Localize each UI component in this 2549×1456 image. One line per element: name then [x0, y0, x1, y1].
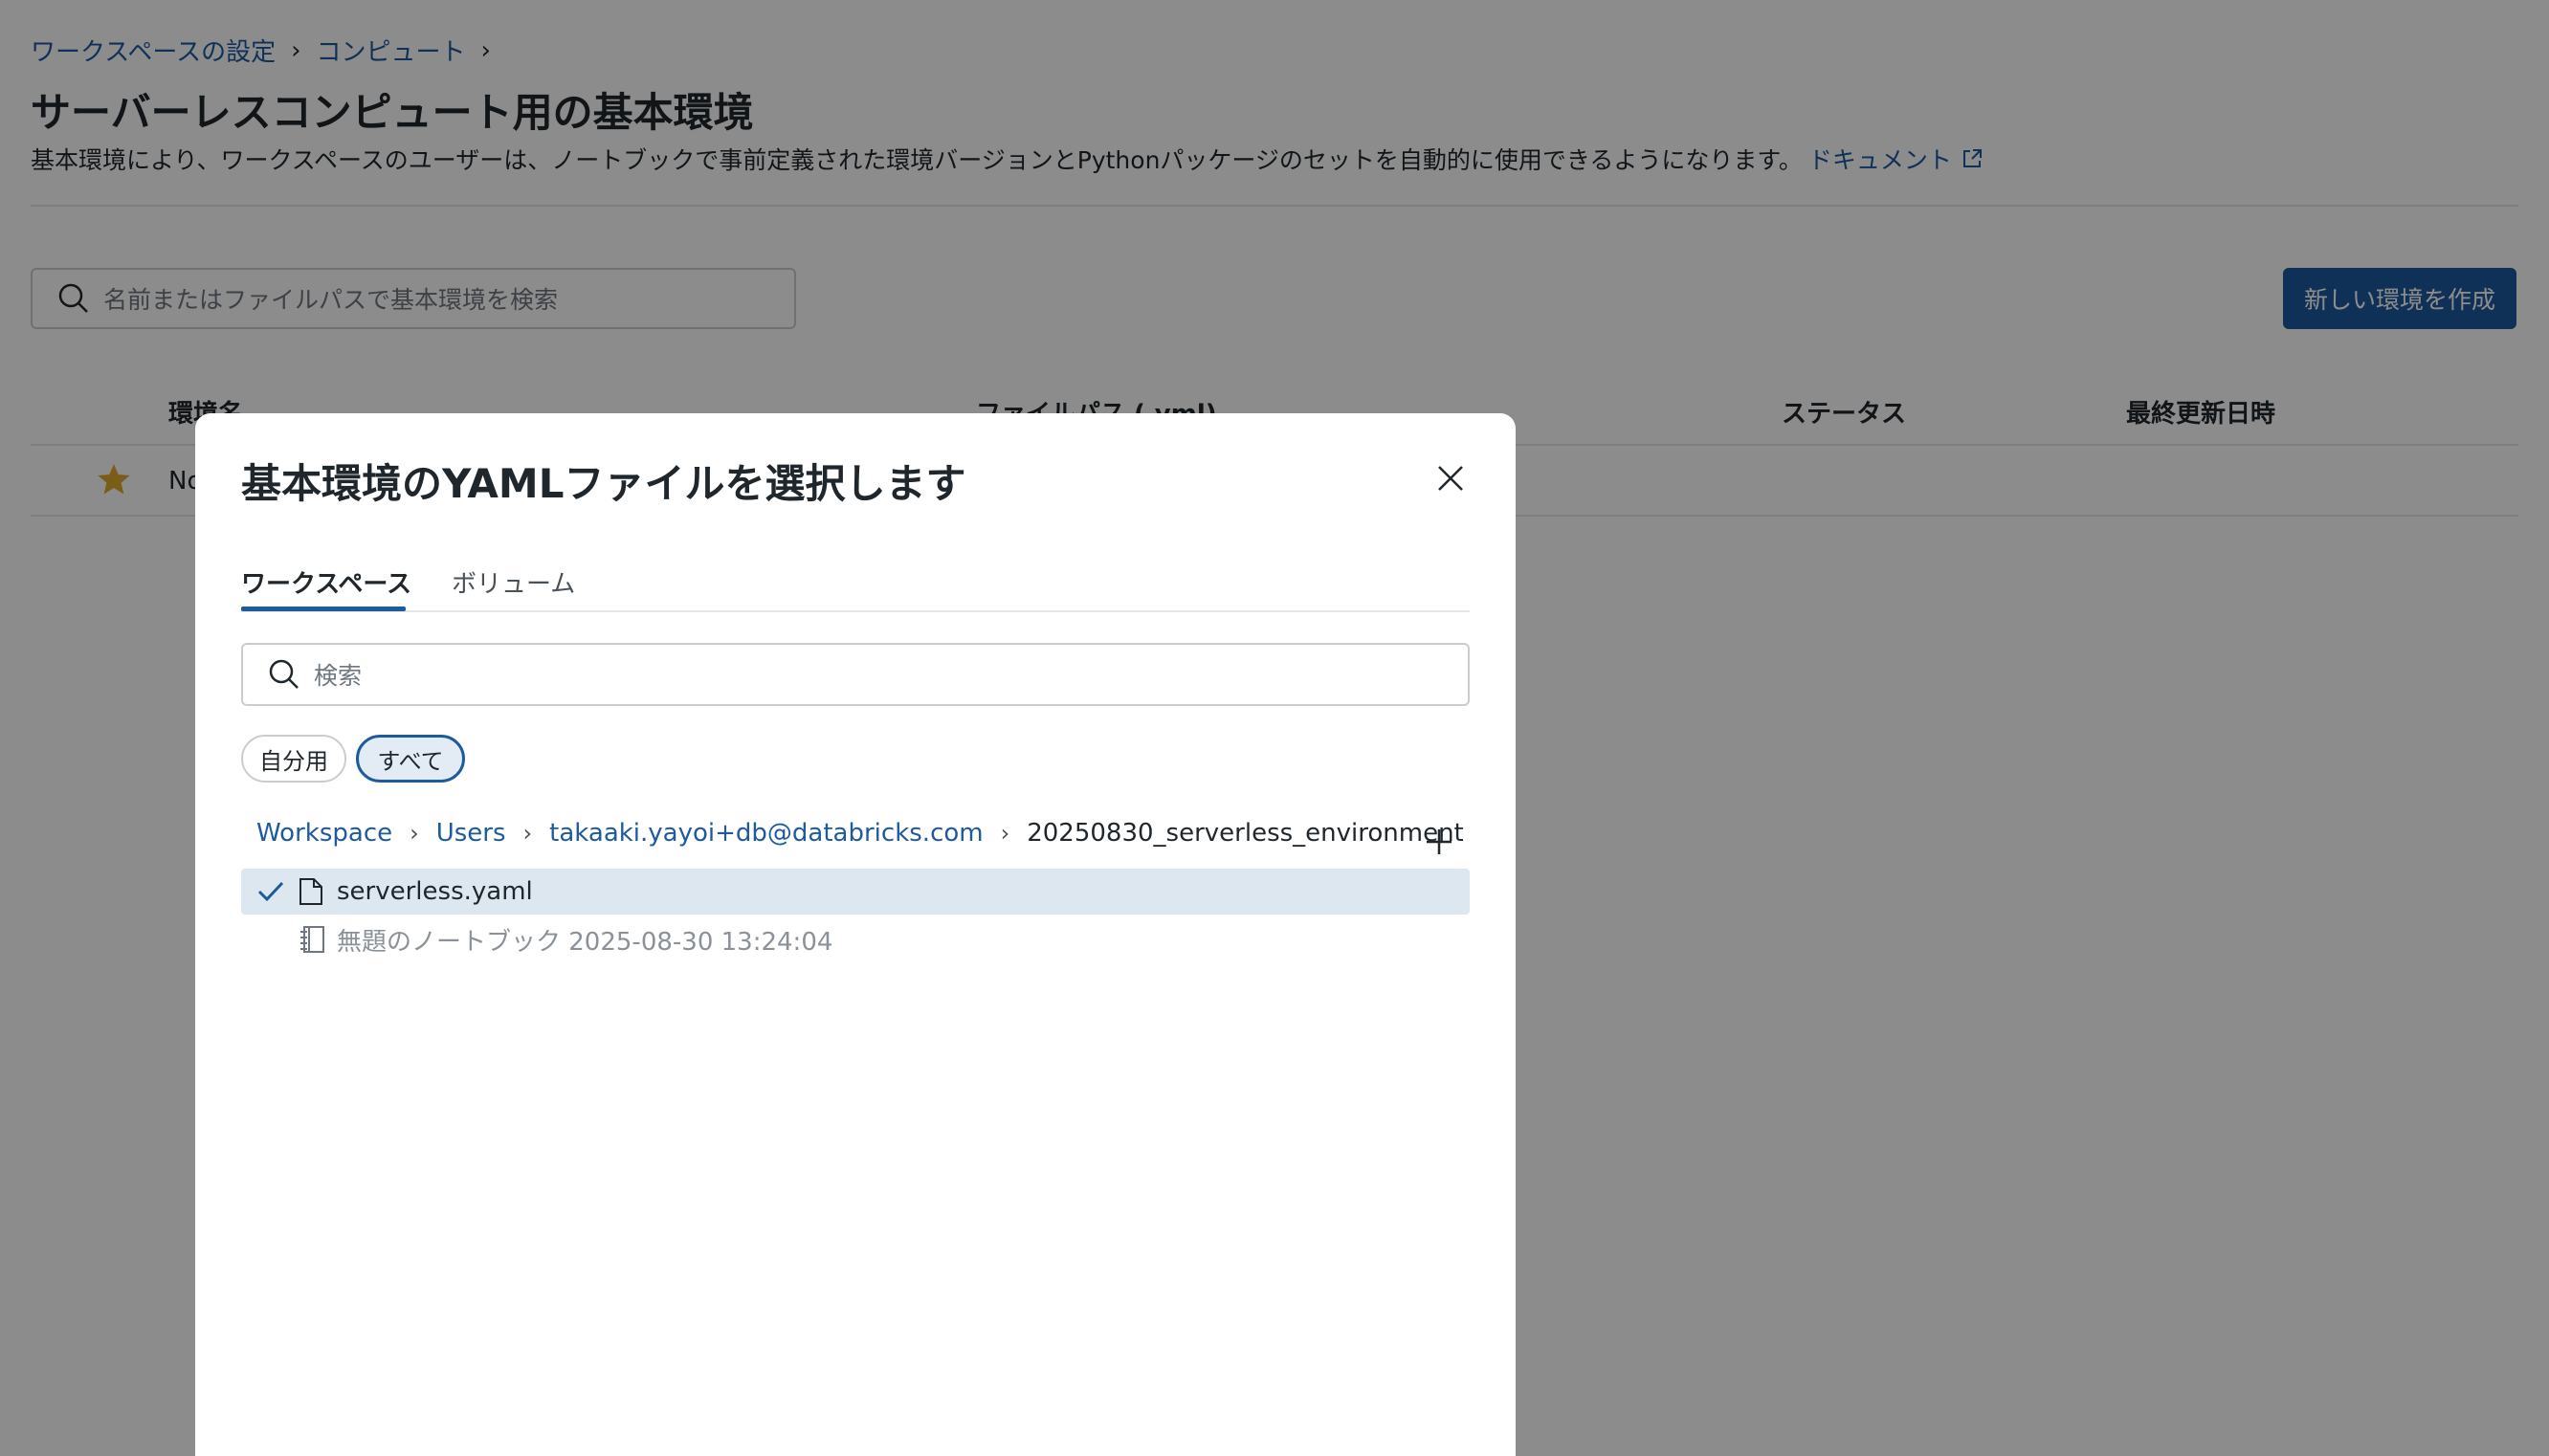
file-list-item-notebook: 無題のノートブック 2025-08-30 13:24:04 [241, 916, 1470, 962]
close-icon [1438, 466, 1463, 491]
select-yaml-modal: 基本環境のYAMLファイルを選択します ワークスペース ボリューム 検索 自分用… [195, 413, 1516, 1456]
file-search-placeholder: 検索 [314, 662, 363, 690]
tab-volumes[interactable]: ボリューム [452, 564, 575, 600]
file-icon [299, 877, 329, 906]
search-icon [269, 659, 299, 689]
modal-title: 基本環境のYAMLファイルを選択します [241, 460, 966, 507]
filter-all-chip[interactable]: すべて [356, 735, 465, 783]
tab-workspace[interactable]: ワークスペース [241, 564, 411, 600]
file-name: serverless.yaml [337, 877, 533, 906]
add-button[interactable] [1416, 819, 1462, 865]
path-separator: › [1000, 820, 1010, 847]
plus-icon [1427, 829, 1452, 854]
file-name: 無題のノートブック 2025-08-30 13:24:04 [337, 927, 833, 957]
checkmark-icon [256, 877, 289, 906]
active-tab-indicator [241, 607, 406, 611]
file-search-input[interactable]: 検索 [241, 643, 1470, 706]
path-item-current-folder: 20250830_serverless_environment [1027, 819, 1464, 848]
path-separator: › [522, 820, 533, 847]
tabs-divider [241, 610, 1470, 612]
filter-mine-chip[interactable]: 自分用 [241, 735, 346, 783]
path-item-workspace[interactable]: Workspace [256, 819, 392, 848]
notebook-icon [299, 925, 329, 954]
folder-path-breadcrumb: Workspace › Users › takaaki.yayoi+db@dat… [256, 819, 1464, 848]
file-list-item-serverless-yaml[interactable]: serverless.yaml [241, 869, 1470, 915]
path-item-user-folder[interactable]: takaaki.yayoi+db@databricks.com [549, 819, 983, 848]
close-button[interactable] [1430, 457, 1472, 499]
path-separator: › [410, 820, 419, 847]
path-item-users[interactable]: Users [436, 819, 506, 848]
